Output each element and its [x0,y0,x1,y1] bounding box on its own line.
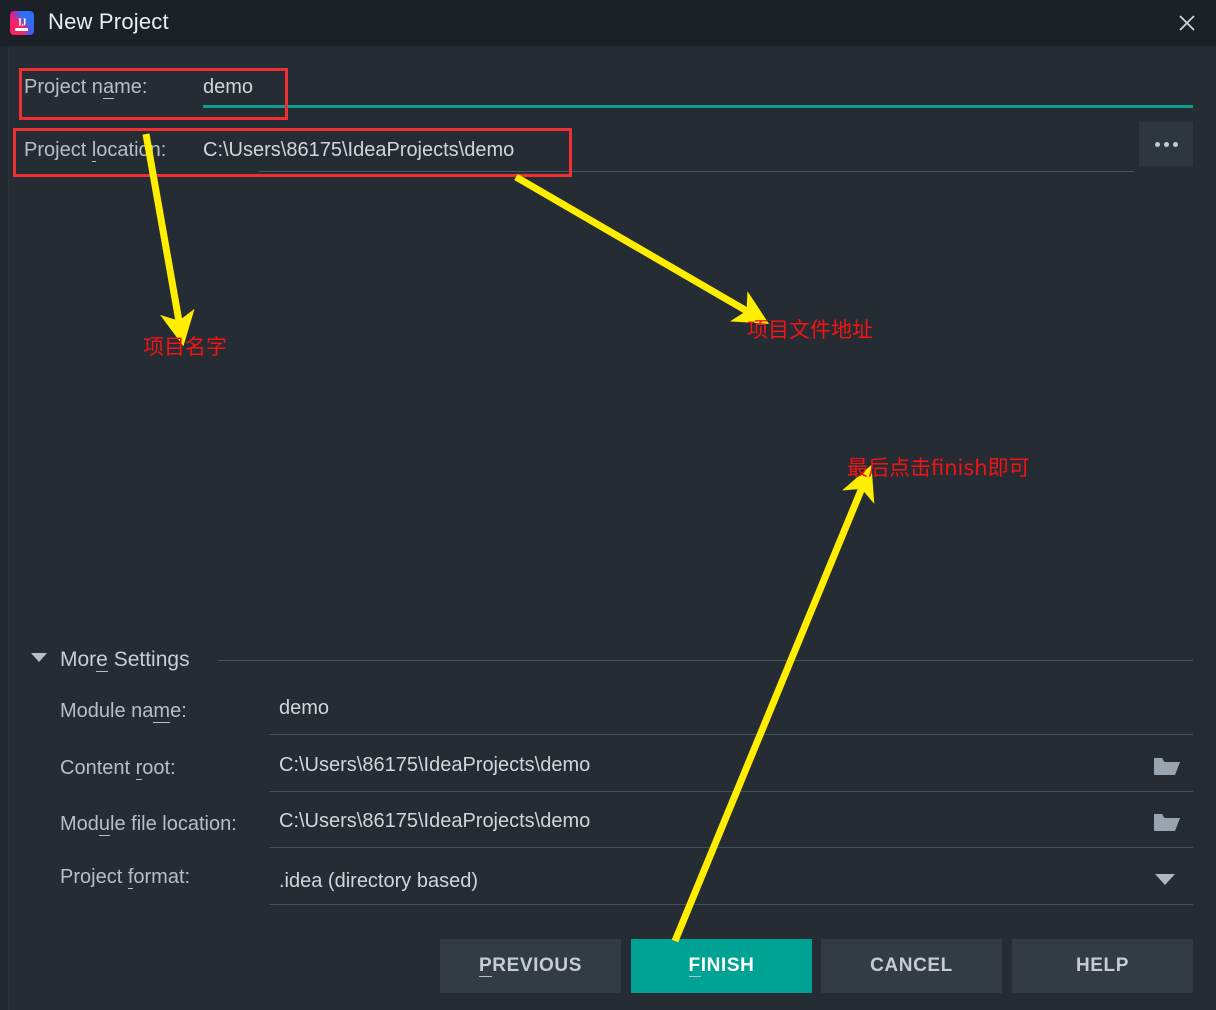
content-root-folder-icon[interactable] [1153,755,1181,777]
dialog-left-edge [0,46,9,1010]
arrow-to-finish-note [671,464,875,943]
ellipsis-icon [1154,141,1178,147]
annotation-finish-note: 最后点击finish即可 [847,456,1030,480]
finish-button-label: FINISH [688,955,755,977]
module-file-location-underline [269,847,1193,848]
project-format-label: Project format: [60,866,191,889]
close-button[interactable] [1158,0,1216,46]
more-settings-separator [218,660,1193,661]
project-name-underline [203,105,1193,108]
annotation-arrows [142,133,875,943]
module-file-location-label: Module file location: [60,813,237,836]
module-name-value[interactable]: demo [279,697,329,720]
project-location-value[interactable]: C:\Users\86175\IdeaProjects\demo [203,139,514,162]
intellij-idea-icon [10,11,34,35]
content-root-underline [269,791,1193,792]
cancel-button[interactable]: CANCEL [821,939,1002,993]
new-project-dialog: New Project Project name: demo Project l… [0,0,1216,1010]
annotation-project-name-note: 项目名字 [143,335,227,359]
previous-button[interactable]: PREVIOUS [440,939,621,993]
help-button-label: HELP [1075,955,1130,976]
project-location-label: Project location: [24,139,167,162]
help-button[interactable]: HELP [1012,939,1193,993]
project-location-browse-button[interactable] [1139,122,1193,166]
project-name-label: Project name: [24,76,148,99]
content-root-value[interactable]: C:\Users\86175\IdeaProjects\demo [279,754,590,777]
annotation-project-location-note: 项目文件地址 [747,318,873,342]
close-icon [1179,15,1195,31]
more-settings-toggle[interactable]: More Settings [60,648,190,672]
content-root-label: Content root: [60,757,176,780]
arrow-to-project-location-note [514,173,769,324]
project-format-underline [269,904,1193,905]
project-format-value[interactable]: .idea (directory based) [279,870,478,893]
finish-button[interactable]: FINISH [631,939,812,993]
window-title: New Project [48,9,169,34]
module-file-location-folder-icon[interactable] [1153,811,1181,833]
cancel-button-label: CANCEL [870,955,953,976]
module-name-label: Module name: [60,700,187,723]
arrow-to-project-name-note [142,133,195,347]
module-file-location-value[interactable]: C:\Users\86175\IdeaProjects\demo [279,810,590,833]
project-name-value[interactable]: demo [203,76,253,99]
project-location-underline [259,171,1134,172]
previous-button-label: PREVIOUS [479,955,582,977]
title-bar: New Project [0,0,1216,46]
project-format-chevron-down-icon[interactable] [1155,874,1175,885]
more-settings-chevron-down-icon[interactable] [31,653,47,662]
module-name-underline [269,734,1193,735]
